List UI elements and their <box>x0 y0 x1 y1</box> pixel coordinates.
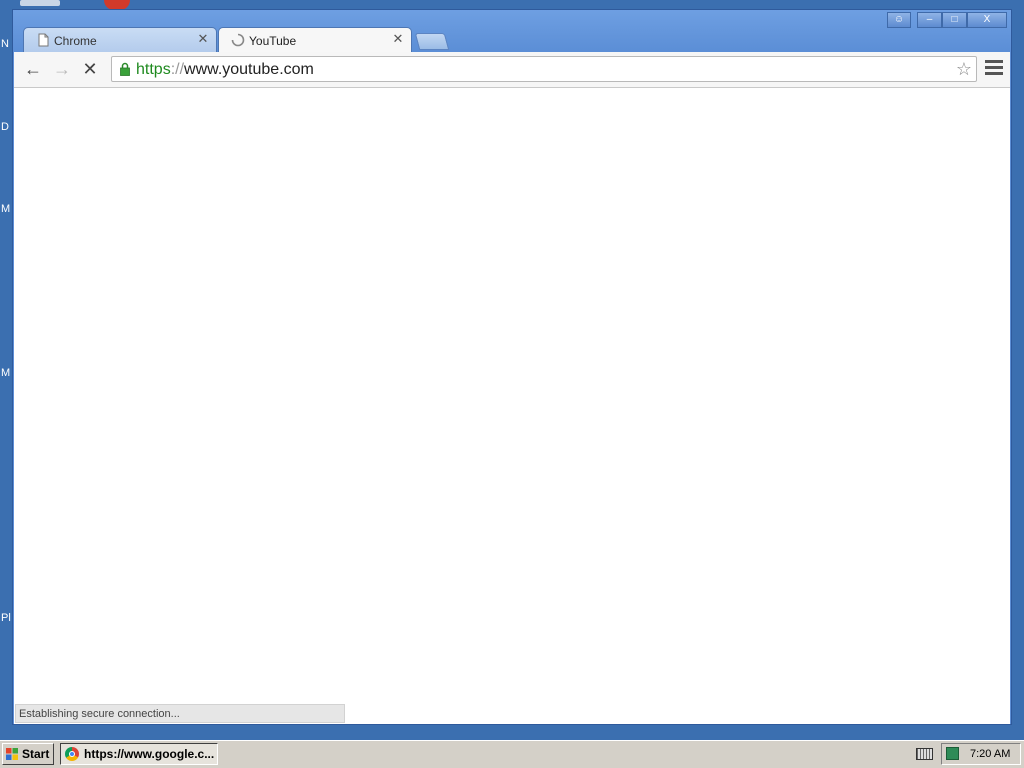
url-text: https://www.youtube.com <box>136 61 314 79</box>
start-button[interactable]: Start <box>2 743 54 765</box>
back-arrow-icon: ← <box>24 59 42 79</box>
maximize-icon: □ <box>951 14 958 25</box>
network-icon[interactable] <box>946 747 959 760</box>
maximize-button[interactable]: □ <box>942 12 967 28</box>
chrome-icon <box>65 747 79 761</box>
desktop-icon-label: M <box>1 203 11 215</box>
url-scheme: https <box>136 61 171 78</box>
close-tab-icon[interactable]: ✕ <box>196 31 210 47</box>
new-tab-button[interactable] <box>414 33 450 50</box>
tab-chrome[interactable]: Chrome ✕ <box>23 27 217 53</box>
forward-button[interactable]: → <box>50 58 74 80</box>
tab-label: YouTube <box>249 34 297 48</box>
page-icon <box>38 33 49 47</box>
hamburger-menu-icon <box>985 60 1003 63</box>
close-icon: X <box>983 14 991 25</box>
tab-label: Chrome <box>54 34 97 48</box>
address-bar[interactable]: https://www.youtube.com ☆ <box>111 56 977 82</box>
url-separator: :// <box>170 61 185 78</box>
lock-icon <box>120 62 130 76</box>
desktop-icon-label: Pl <box>1 612 11 624</box>
person-icon: ☺ <box>893 14 905 25</box>
system-tray: 7:20 AM <box>941 743 1021 765</box>
desktop-icon-label: M <box>1 367 11 379</box>
minimize-button[interactable]: – <box>917 12 942 28</box>
keyboard-icon[interactable] <box>916 748 933 760</box>
desktop-icon-label: N <box>1 38 9 50</box>
clock[interactable]: 7:20 AM <box>970 748 1010 760</box>
hamburger-menu-icon-bar <box>985 66 1003 69</box>
toolbar: ← → ✕ https://www.youtube.com ☆ <box>14 52 1010 88</box>
bookmark-star-icon[interactable]: ☆ <box>956 59 972 79</box>
desktop-icon-partial[interactable] <box>20 0 60 6</box>
start-label: Start <box>22 747 50 761</box>
profile-button[interactable]: ☺ <box>887 12 911 28</box>
browser-window: Chrome ✕ YouTube ✕ ☺ – □ X ← → ✕ https:/… <box>12 9 1012 725</box>
page-content: Establishing secure connection... <box>14 88 1010 724</box>
close-window-button[interactable]: X <box>967 12 1007 28</box>
url-host: www.youtube.com <box>184 61 314 78</box>
tab-strip: Chrome ✕ YouTube ✕ ☺ – □ X <box>13 10 1011 54</box>
back-button[interactable]: ← <box>21 58 45 80</box>
taskbar: Start https://www.google.c... 7:20 AM <box>0 740 1024 768</box>
taskbar-item-label: https://www.google.c... <box>84 747 215 761</box>
forward-arrow-icon: → <box>53 59 71 79</box>
stop-icon: ✕ <box>82 59 98 79</box>
loading-spinner-icon <box>231 33 245 47</box>
status-bubble: Establishing secure connection... <box>15 704 345 723</box>
hamburger-menu-icon-bar <box>985 72 1003 75</box>
windows-logo-icon <box>6 748 18 760</box>
desktop-icon-label: D <box>1 121 9 133</box>
stop-button[interactable]: ✕ <box>78 58 102 80</box>
taskbar-item-chrome[interactable]: https://www.google.c... <box>60 743 218 765</box>
minimize-icon: – <box>926 14 933 25</box>
close-tab-icon[interactable]: ✕ <box>391 31 405 47</box>
tab-youtube[interactable]: YouTube ✕ <box>218 27 412 54</box>
menu-button[interactable] <box>985 60 1003 78</box>
